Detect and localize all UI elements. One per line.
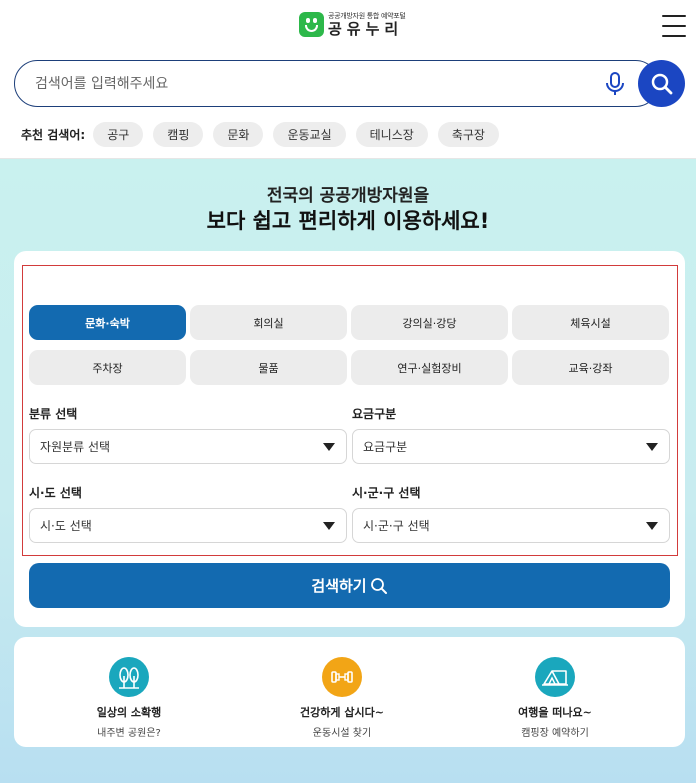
tent-icon	[535, 657, 575, 697]
category-select-label: 분류 선택	[29, 407, 78, 421]
search-submit-button[interactable]: 검색하기	[29, 563, 670, 608]
sigungu-select-label: 시·군·구 선택	[352, 486, 421, 500]
keyword-chip[interactable]: 캠핑	[153, 121, 204, 147]
logo-title: 공유누리	[328, 19, 404, 38]
category-tab-parking[interactable]: 주차장	[29, 350, 186, 385]
recommended-keywords: 추천 검색어: 공구 캠핑 문화 운동교실 테니스장 축구장	[21, 121, 509, 147]
logo-subtitle: 공공개방자원 통합 예약포털	[328, 11, 406, 20]
feature-sports[interactable]: 건강하게 삽시다~ 운동시설 찾기	[262, 657, 422, 739]
category-select-value: 자원분류 선택	[40, 440, 111, 454]
feature-title: 여행을 떠나요~	[518, 706, 592, 719]
sigungu-select-value: 시·군·구 선택	[363, 519, 430, 533]
recommended-label: 추천 검색어:	[21, 127, 86, 142]
category-tab-culture[interactable]: 문화·숙박	[29, 305, 186, 340]
dropdown-arrow-icon	[646, 522, 658, 530]
resource-search-card: 문화·숙박 회의실 강의실·강당 체육시설 주차장 물품 연구·실험장비 교육·…	[14, 251, 685, 627]
category-tab-equipment[interactable]: 연구·실험장비	[351, 350, 508, 385]
trees-icon	[109, 657, 149, 697]
keyword-chip[interactable]: 테니스장	[355, 121, 428, 147]
category-tab-goods[interactable]: 물품	[190, 350, 347, 385]
fee-select[interactable]: 요금구분	[352, 429, 670, 464]
feature-camping[interactable]: 여행을 떠나요~ 캠핑장 예약하기	[475, 657, 635, 739]
site-logo[interactable]: 공공개방자원 통합 예약포털 공유누리	[299, 12, 406, 37]
hero-title: 보다 쉽고 편리하게 이용하세요!	[206, 209, 490, 233]
hero-section: 전국의 공공개방자원을 보다 쉽고 편리하게 이용하세요! 문화·숙박 회의실 …	[0, 159, 696, 783]
hero-subtitle: 전국의 공공개방자원을	[266, 186, 430, 206]
category-tab-sports[interactable]: 체육시설	[512, 305, 669, 340]
logo-text: 공공개방자원 통합 예약포털 공유누리	[328, 11, 406, 38]
dropdown-arrow-icon	[323, 522, 335, 530]
sido-select-value: 시·도 선택	[40, 519, 92, 533]
sido-select[interactable]: 시·도 선택	[29, 508, 347, 543]
category-select[interactable]: 자원분류 선택	[29, 429, 347, 464]
site-header: 공공개방자원 통합 예약포털 공유누리	[0, 0, 696, 56]
hamburger-menu-icon[interactable]	[662, 15, 686, 37]
microphone-icon[interactable]	[605, 72, 625, 96]
feature-title: 건강하게 삽시다~	[300, 706, 384, 719]
feature-park[interactable]: 일상의 소확행 내주변 공원은?	[49, 657, 209, 739]
feature-subtitle: 캠핑장 예약하기	[521, 728, 589, 739]
feature-subtitle: 내주변 공원은?	[97, 728, 161, 739]
dropdown-arrow-icon	[646, 443, 658, 451]
dropdown-arrow-icon	[323, 443, 335, 451]
search-bar	[14, 60, 686, 107]
keyword-chip[interactable]: 문화	[213, 121, 264, 147]
logo-smile-icon	[299, 12, 324, 37]
category-tabs: 문화·숙박 회의실 강의실·강당 체육시설 주차장 물품 연구·실험장비 교육·…	[29, 305, 670, 385]
search-icon	[651, 73, 672, 94]
feature-subtitle: 운동시설 찾기	[312, 728, 372, 739]
feature-shortcuts: 일상의 소확행 내주변 공원은? 건강하게 삽시다~ 운동시설 찾기 여행을 떠…	[14, 637, 685, 747]
category-tab-lecture-hall[interactable]: 강의실·강당	[351, 305, 508, 340]
keyword-chip[interactable]: 공구	[93, 121, 144, 147]
category-tab-meeting-room[interactable]: 회의실	[190, 305, 347, 340]
search-icon	[370, 577, 387, 594]
search-submit-label: 검색하기	[311, 577, 367, 595]
search-button[interactable]	[638, 60, 685, 107]
sigungu-select[interactable]: 시·군·구 선택	[352, 508, 670, 543]
fee-select-label: 요금구분	[352, 407, 397, 421]
sido-select-label: 시·도 선택	[29, 486, 82, 500]
keyword-chip[interactable]: 운동교실	[273, 121, 346, 147]
fee-select-value: 요금구분	[363, 440, 408, 454]
category-tab-education[interactable]: 교육·강좌	[512, 350, 669, 385]
feature-title: 일상의 소확행	[96, 706, 162, 719]
dumbbell-icon	[322, 657, 362, 697]
keyword-chip[interactable]: 축구장	[437, 121, 499, 147]
search-input[interactable]	[14, 60, 659, 107]
